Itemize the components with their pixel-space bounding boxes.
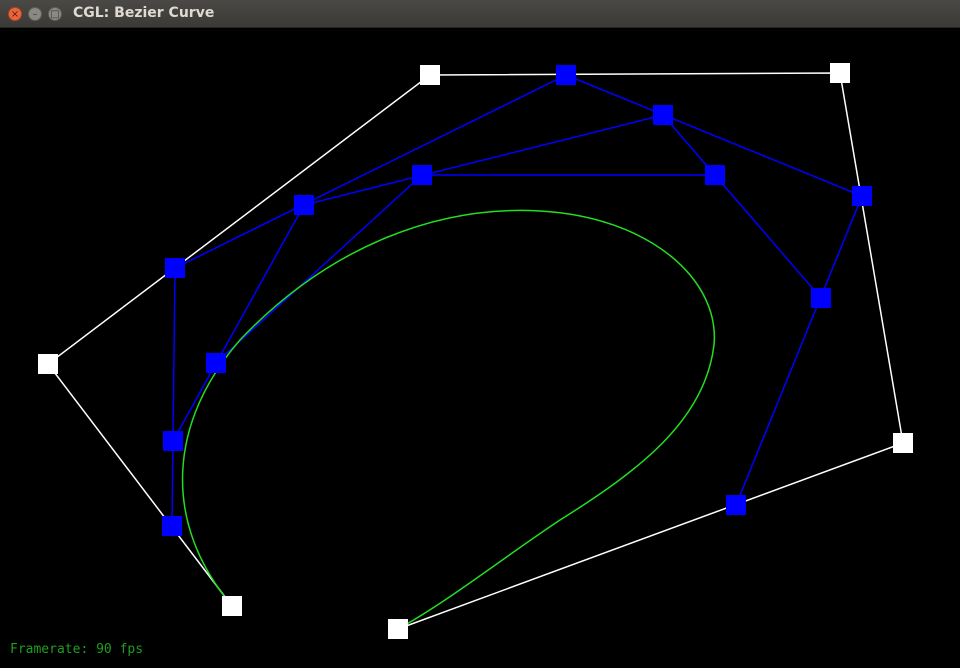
close-icon[interactable]: × [8, 7, 22, 21]
control-point[interactable] [388, 619, 408, 639]
bezier-canvas[interactable] [0, 28, 960, 668]
intermediate-point[interactable] [206, 353, 226, 373]
intermediate-point[interactable] [852, 186, 872, 206]
control-point[interactable] [38, 354, 58, 374]
maximize-icon[interactable]: □ [48, 7, 62, 21]
control-point[interactable] [420, 65, 440, 85]
control-point[interactable] [893, 433, 913, 453]
intermediate-point[interactable] [653, 105, 673, 125]
intermediate-point[interactable] [412, 165, 432, 185]
app-window: × – □ CGL: Bezier Curve Framerate: 90 fp… [0, 0, 960, 668]
intermediate-point[interactable] [705, 165, 725, 185]
minimize-icon[interactable]: – [28, 7, 42, 21]
casteljau-level-3 [215, 174, 715, 364]
intermediate-point[interactable] [811, 288, 831, 308]
control-points [38, 63, 913, 639]
intermediate-point[interactable] [163, 431, 183, 451]
bezier-curve [181, 209, 716, 630]
intermediate-point[interactable] [726, 495, 746, 515]
control-point[interactable] [830, 63, 850, 83]
intermediate-point[interactable] [162, 516, 182, 536]
intermediate-points [162, 65, 872, 536]
window-title: CGL: Bezier Curve [73, 5, 215, 21]
intermediate-point[interactable] [165, 258, 185, 278]
framerate-readout: Framerate: 90 fps [10, 642, 144, 657]
control-point[interactable] [222, 596, 242, 616]
casteljau-level-2 [172, 114, 822, 442]
control-polygon [46, 72, 904, 630]
intermediate-point[interactable] [294, 195, 314, 215]
title-bar[interactable]: × – □ CGL: Bezier Curve [0, 0, 960, 28]
intermediate-point[interactable] [556, 65, 576, 85]
casteljau-level-1 [171, 74, 863, 527]
